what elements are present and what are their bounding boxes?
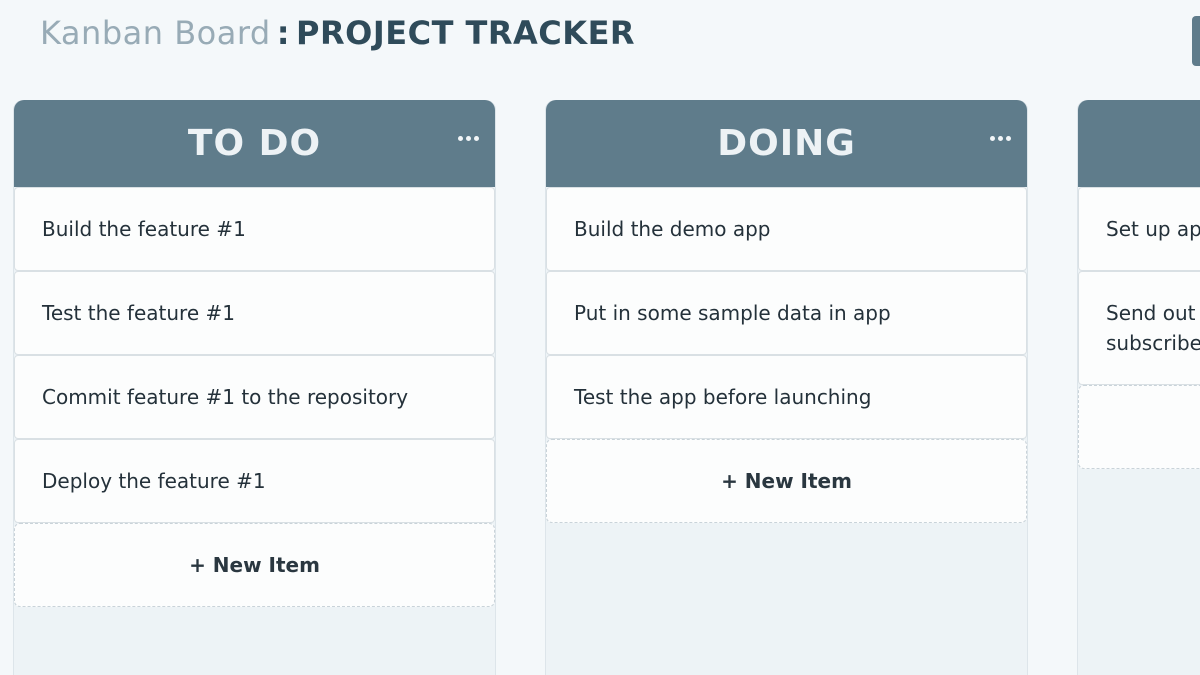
kanban-page: Kanban Board: PROJECT TRACKER TO DO Build… (0, 0, 1200, 675)
column-header (1078, 100, 1200, 187)
card[interactable]: Set up app (1078, 187, 1200, 271)
page-title: Kanban Board: PROJECT TRACKER (40, 14, 635, 52)
column-todo: TO DO Build the feature #1 Test the feat… (13, 100, 496, 675)
card[interactable]: Commit feature #1 to the repository (14, 355, 495, 439)
column-header: DOING (546, 100, 1027, 187)
more-options-icon[interactable] (990, 136, 1011, 141)
card-text: Build the demo app (574, 217, 771, 241)
column-done: Set up app Send out e subscribe (1077, 100, 1200, 675)
project-name: PROJECT TRACKER (296, 14, 636, 52)
card[interactable]: Test the feature #1 (14, 271, 495, 355)
card-text: Send out e subscribe (1106, 301, 1200, 355)
new-item-button[interactable] (1078, 385, 1200, 469)
brand-label: Kanban Board (40, 14, 271, 52)
card-text: Commit feature #1 to the repository (42, 385, 409, 409)
card[interactable]: Test the app before launching (546, 355, 1027, 439)
card-text: Build the feature #1 (42, 217, 246, 241)
card[interactable]: Deploy the feature #1 (14, 439, 495, 523)
card-text: Put in some sample data in app (574, 301, 891, 325)
new-item-button[interactable]: + New Item (14, 523, 495, 607)
column-title: TO DO (187, 123, 322, 164)
card[interactable]: Send out e subscribe (1078, 271, 1200, 385)
column-doing: DOING Build the demo app Put in some sam… (545, 100, 1028, 675)
new-item-button[interactable]: + New Item (546, 439, 1027, 523)
more-options-icon[interactable] (458, 136, 479, 141)
top-right-button[interactable] (1192, 16, 1200, 66)
card-text: Test the app before launching (574, 385, 872, 409)
card[interactable]: Build the feature #1 (14, 187, 495, 271)
card-text: Test the feature #1 (42, 301, 235, 325)
column-title: DOING (717, 123, 856, 164)
column-header: TO DO (14, 100, 495, 187)
card-text: Deploy the feature #1 (42, 469, 266, 493)
card[interactable]: Put in some sample data in app (546, 271, 1027, 355)
card[interactable]: Build the demo app (546, 187, 1027, 271)
title-separator: : (276, 14, 291, 52)
card-text: Set up app (1106, 217, 1200, 241)
